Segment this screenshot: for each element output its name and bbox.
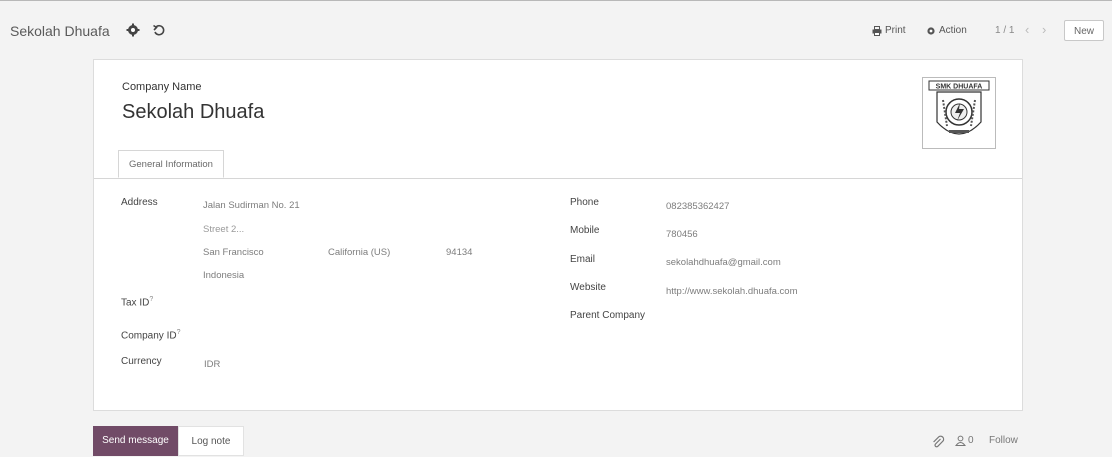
chevron-right-icon[interactable]: › (1042, 22, 1046, 37)
company-id-text: Company ID (121, 330, 177, 342)
undo-icon[interactable] (152, 23, 166, 37)
followers-button[interactable]: 0 (955, 435, 974, 446)
top-border (0, 0, 1112, 1)
send-message-button[interactable]: Send message (93, 426, 178, 456)
tab-general-information[interactable]: General Information (118, 150, 224, 178)
company-logo[interactable]: SMK DHUAFA (922, 77, 996, 149)
phone-field[interactable]: 082385362427 (666, 201, 729, 212)
control-panel: Sekolah Dhuafa Print Action 1 / 1 ‹ › Ne… (0, 9, 1112, 51)
gear-icon (927, 26, 935, 35)
logo-image: SMK DHUAFA (928, 80, 990, 135)
state-field[interactable]: California (US) (328, 247, 390, 258)
company-name-label: Company Name (122, 81, 202, 93)
gear-icon[interactable] (126, 23, 140, 37)
street2-field[interactable]: Street 2... (203, 224, 244, 235)
help-icon[interactable]: ? (149, 296, 153, 303)
company-id-label: Company ID? (121, 329, 180, 341)
tax-id-text: Tax ID (121, 297, 150, 309)
mobile-field[interactable]: 780456 (666, 229, 698, 240)
address-label: Address (121, 197, 158, 208)
email-field[interactable]: sekolahdhuafa@gmail.com (666, 257, 781, 268)
paperclip-icon[interactable] (931, 435, 945, 449)
tab-divider (94, 178, 1022, 179)
email-label: Email (570, 254, 596, 265)
zip-field[interactable]: 94134 (446, 247, 472, 258)
follow-button[interactable]: Follow (989, 435, 1018, 446)
print-button[interactable]: Print (872, 25, 906, 36)
breadcrumb[interactable]: Sekolah Dhuafa (10, 23, 110, 39)
currency-label: Currency (121, 356, 162, 367)
action-button[interactable]: Action (926, 25, 967, 36)
street-field[interactable]: Jalan Sudirman No. 21 (203, 200, 300, 211)
user-icon (955, 435, 966, 446)
print-icon (872, 25, 882, 36)
chatter-bar: Send message Log note 0 Follow (93, 426, 1023, 456)
action-label: Action (939, 25, 967, 36)
new-button[interactable]: New (1064, 20, 1104, 41)
parent-company-label: Parent Company (570, 310, 646, 321)
help-icon[interactable]: ? (177, 329, 181, 336)
website-label: Website (570, 282, 606, 293)
follower-count: 0 (968, 435, 974, 446)
log-note-button[interactable]: Log note (178, 426, 244, 456)
tax-id-label: Tax ID? (121, 296, 153, 308)
phone-label: Phone (570, 197, 599, 208)
website-field[interactable]: http://www.sekolah.dhuafa.com (666, 286, 798, 297)
company-name-field[interactable]: Sekolah Dhuafa (122, 101, 264, 124)
logo-text: SMK DHUAFA (936, 84, 983, 91)
currency-field[interactable]: IDR (204, 359, 220, 370)
print-label: Print (885, 25, 906, 36)
city-field[interactable]: San Francisco (203, 247, 264, 258)
country-field[interactable]: Indonesia (203, 270, 244, 281)
mobile-label: Mobile (570, 225, 600, 236)
chevron-left-icon[interactable]: ‹ (1025, 22, 1029, 37)
pager-value[interactable]: 1 / 1 (995, 25, 1014, 36)
form-sheet: Company Name Sekolah Dhuafa SMK DHUAFA G… (93, 59, 1023, 411)
